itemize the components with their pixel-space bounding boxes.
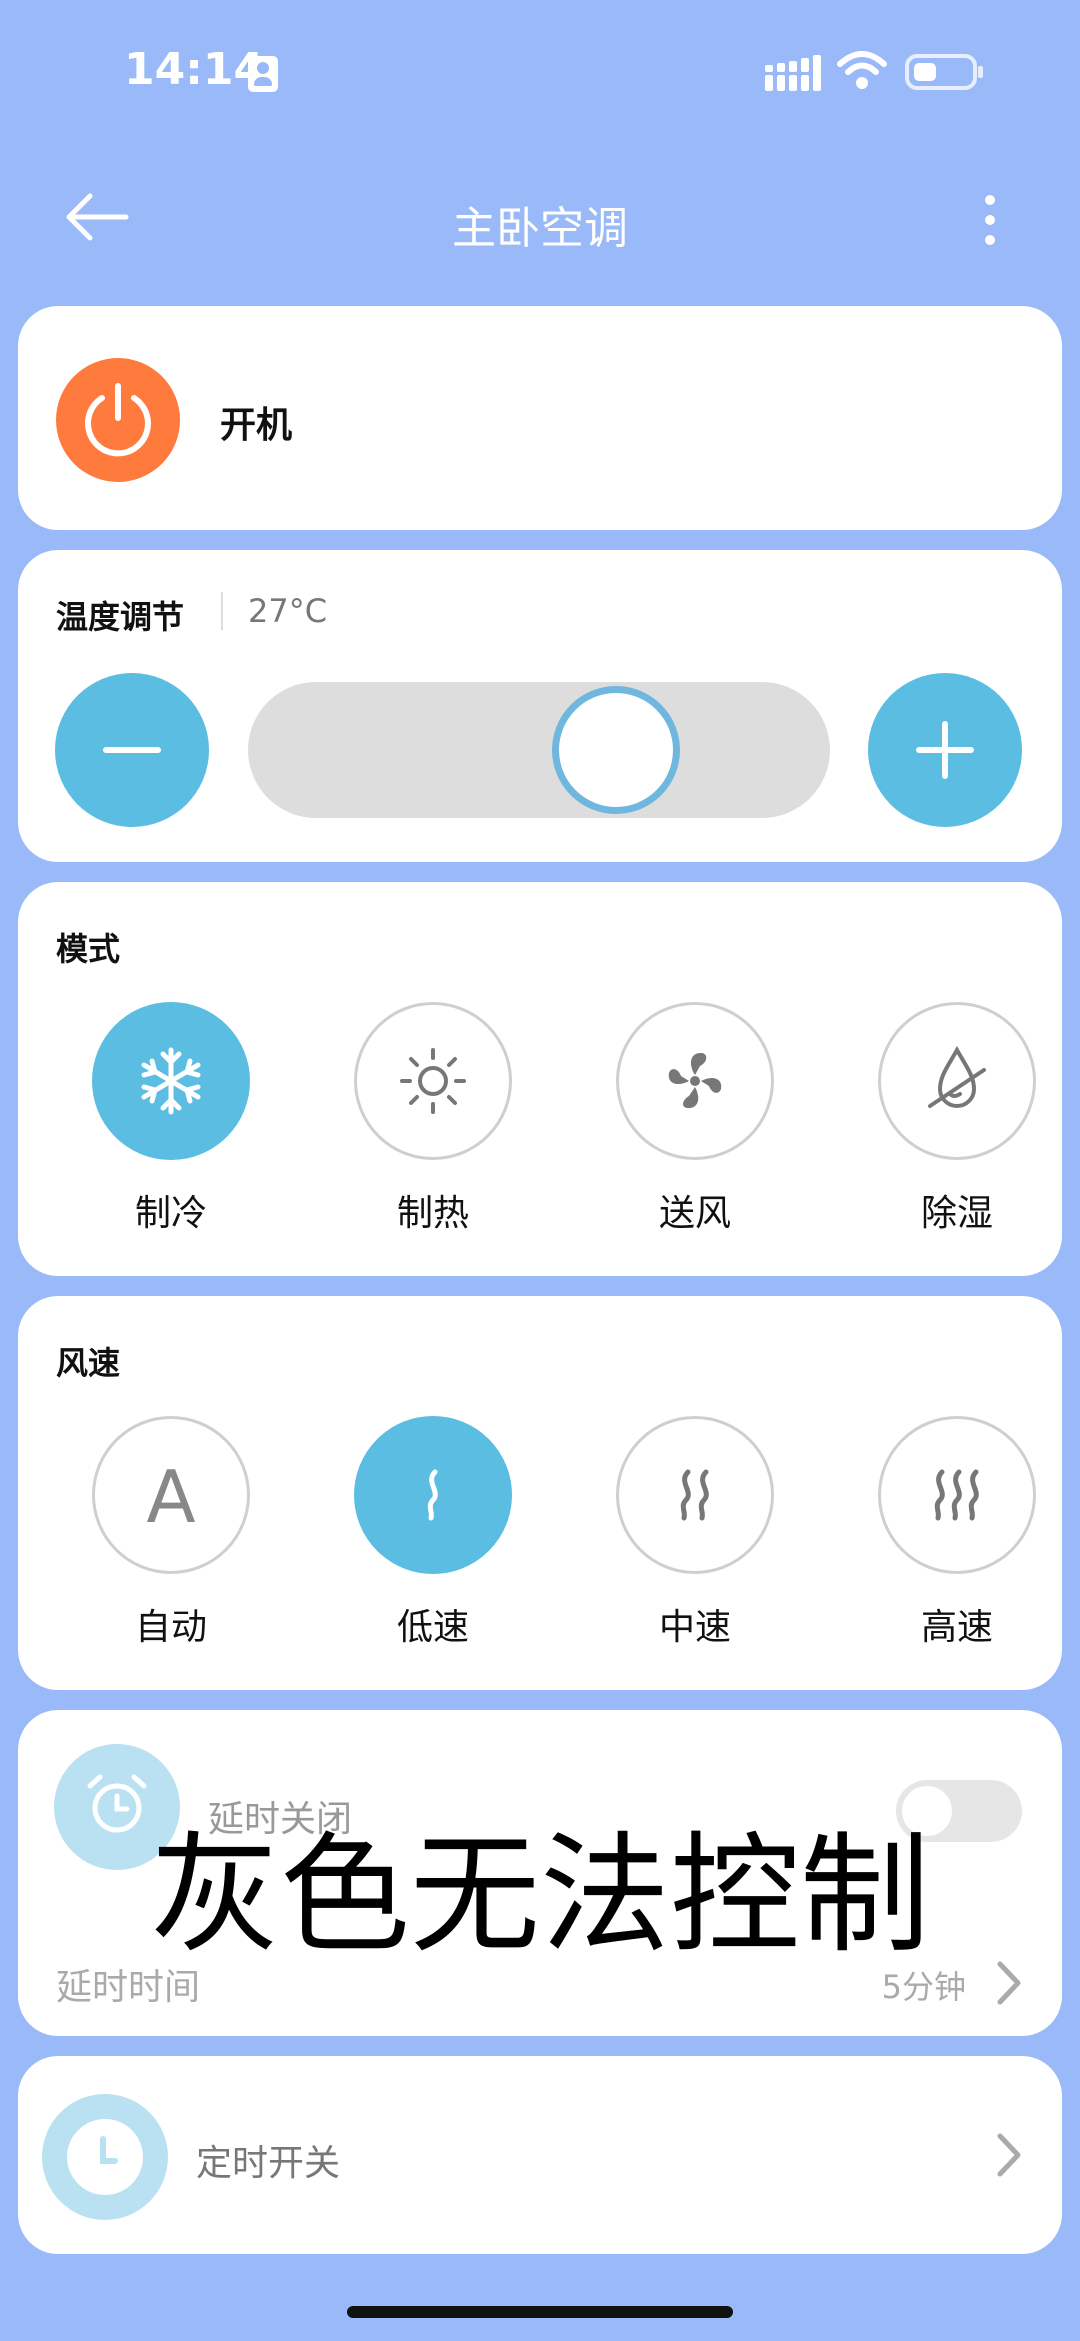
more-options-icon[interactable] [975,188,1005,252]
minus-icon [103,747,161,753]
fan-speed-option-label: 低速 [396,1607,469,1648]
fan-speed-option-circle[interactable]: A [92,1416,250,1574]
mode-title: 模式 [56,930,121,968]
clock-badge [42,2094,168,2220]
temperature-card: 温度调节 27°C [18,550,1062,862]
auto-letter-icon: A [146,1455,196,1539]
fan-speed-option-circle[interactable] [616,1416,774,1574]
mode-option-circle[interactable] [354,1002,512,1160]
power-button[interactable] [56,358,180,482]
fan-speed-option-label: 自动 [134,1607,207,1648]
status-time: 14:14 [124,44,265,95]
fan-speed-option-high[interactable]: 高速 [877,1416,1037,1650]
snowflake-icon [141,1047,201,1115]
temperature-slider-thumb[interactable] [552,686,680,814]
battery-icon [905,54,983,90]
mode-option-circle[interactable] [878,1002,1036,1160]
fan-speed-option-auto[interactable]: A 自动 [91,1416,251,1650]
fan-speed-option-low[interactable]: 低速 [353,1416,513,1650]
mode-option-label: 除湿 [920,1193,993,1234]
plus-icon [916,721,974,779]
wind-high-icon [934,1469,979,1521]
temperature-increase-button[interactable] [868,673,1022,827]
temperature-slider[interactable] [248,682,830,818]
mode-option-heat[interactable]: 制热 [353,1002,513,1236]
header: 主卧空调 [0,170,1080,270]
temperature-decrease-button[interactable] [55,673,209,827]
temperature-value: 27°C [248,592,328,630]
fan-speed-card: 风速 A 自动 低速 中速 高速 [18,1296,1062,1690]
wind-low-icon [427,1469,438,1521]
power-status-label: 开机 [220,405,293,446]
mode-option-circle[interactable] [92,1002,250,1160]
overlay-annotation-text: 灰色无法控制 [149,1819,930,1971]
wifi-icon [837,51,887,89]
schedule-label: 定时开关 [196,2143,341,2184]
user-card-icon [248,56,278,92]
fan-speed-option-circle[interactable] [878,1416,1036,1574]
mode-option-fan[interactable]: 送风 [615,1002,775,1236]
power-icon [85,383,151,457]
mode-option-label: 制冷 [134,1193,207,1234]
mode-card: 模式 制冷 制热 送风 除湿 [18,882,1062,1276]
temperature-title: 温度调节 [56,598,185,636]
signal-icon [765,55,821,91]
divider [221,592,223,630]
mode-option-label: 制热 [396,1193,469,1234]
clock-icon [67,2119,143,2195]
home-indicator[interactable] [347,2306,733,2318]
chevron-right-icon[interactable] [994,2132,1024,2178]
mode-option-cool[interactable]: 制冷 [91,1002,251,1236]
mode-option-label: 送风 [658,1193,731,1234]
dehumidify-drop-icon [928,1045,986,1108]
fan-speed-option-label: 高速 [920,1607,993,1648]
power-card: 开机 [18,306,1062,530]
fan-speed-option-circle[interactable] [354,1416,512,1574]
sun-icon [400,1048,466,1114]
delay-off-card: 延时关闭 延时时间 5分钟 灰色无法控制 [18,1710,1062,2036]
status-bar: 14:14 [0,0,1080,150]
fan-speed-option-label: 中速 [658,1607,731,1648]
fan-speed-option-mid[interactable]: 中速 [615,1416,775,1650]
mode-option-circle[interactable] [616,1002,774,1160]
mode-option-dry[interactable]: 除湿 [877,1002,1037,1236]
schedule-card[interactable]: 定时开关 [18,2056,1062,2254]
wind-mid-icon [680,1469,709,1521]
page-title: 主卧空调 [452,203,628,254]
fan-speed-title: 风速 [56,1344,121,1382]
fan-icon [668,1052,722,1109]
